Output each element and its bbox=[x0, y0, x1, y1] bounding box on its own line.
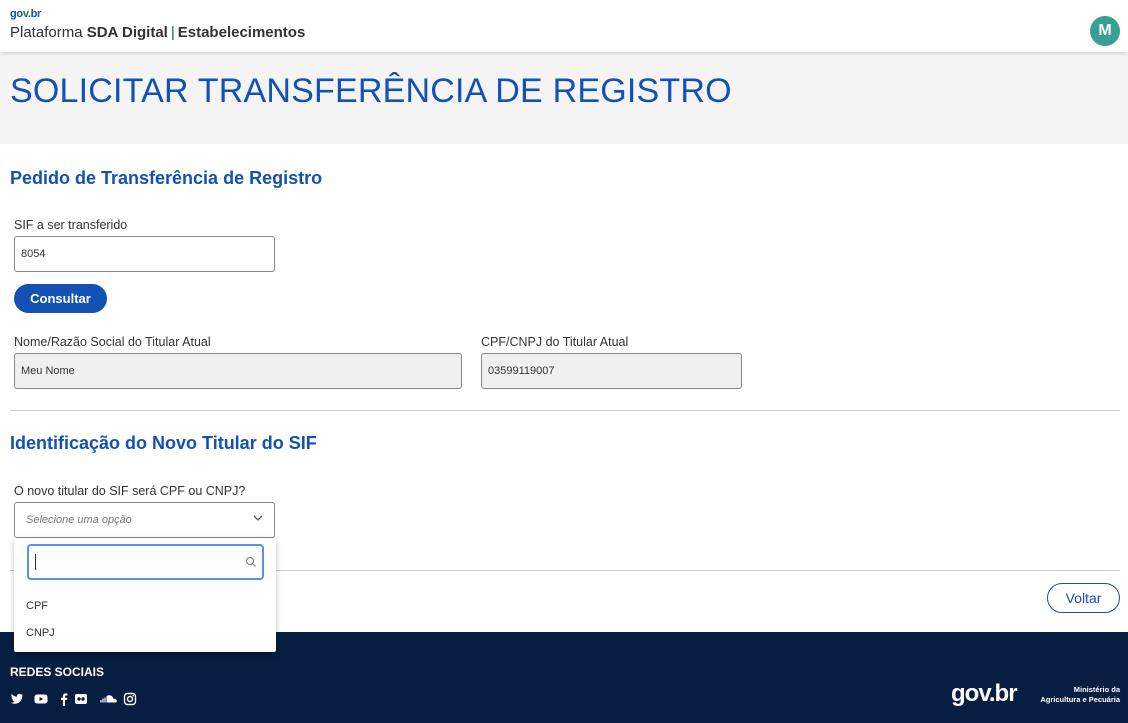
select-placeholder: Selecione uma opção bbox=[26, 514, 132, 526]
section-title-request: Pedido de Transferência de Registro bbox=[10, 168, 323, 188]
current-holder-doc-field[interactable]: 03599119007 bbox=[481, 353, 742, 389]
consult-button[interactable]: Consultar bbox=[14, 284, 107, 313]
top-header: gov.br Plataforma SDA Digital | Estabeleci… bbox=[0, 0, 1128, 52]
dropdown-option-cpf[interactable]: CPF bbox=[26, 600, 48, 612]
holder-type-label: O novo titular do SIF será CPF ou CNPJ? bbox=[14, 484, 246, 498]
logo-part-go: go bbox=[10, 8, 23, 20]
user-avatar[interactable]: M bbox=[1090, 16, 1120, 46]
govbr-logo[interactable]: gov.br bbox=[10, 8, 41, 20]
ministry-line-2: Agricultura e Pecuária bbox=[1040, 695, 1120, 704]
twitter-icon[interactable] bbox=[10, 692, 24, 706]
instagram-icon[interactable] bbox=[123, 692, 137, 706]
holder-type-select[interactable]: Selecione uma opção bbox=[14, 502, 275, 538]
ministry-line-1: Ministério da bbox=[1073, 685, 1120, 694]
gov-br-logo[interactable]: gov.br bbox=[951, 680, 1018, 708]
logo-part-br: .br bbox=[27, 8, 42, 20]
current-holder-doc-label: CPF/CNPJ do Titular Atual bbox=[481, 335, 629, 349]
section-divider bbox=[10, 410, 1120, 411]
page-banner: SOLICITAR TRANSFERÊNCIA DE REGISTRO bbox=[0, 52, 1128, 144]
title-separator: | bbox=[170, 24, 175, 41]
social-title: REDES SOCIAIS bbox=[10, 665, 105, 679]
text-caret bbox=[35, 554, 36, 570]
page-title: SOLICITAR TRANSFERÊNCIA DE REGISTRO bbox=[10, 72, 732, 110]
back-button[interactable]: Voltar bbox=[1047, 583, 1120, 613]
current-holder-name-label: Nome/Razão Social do Titular Atual bbox=[14, 335, 211, 349]
dropdown-option-cnpj[interactable]: CNPJ bbox=[26, 627, 55, 639]
sif-input[interactable]: 8054 bbox=[14, 236, 275, 272]
facebook-icon[interactable] bbox=[57, 692, 71, 706]
youtube-icon[interactable] bbox=[34, 692, 48, 706]
platform-title: Plataforma SDA Digital | Estabelecimentos bbox=[10, 24, 305, 41]
holder-type-dropdown: CPF CNPJ bbox=[14, 538, 276, 652]
platform-module: Estabelecimentos bbox=[177, 24, 306, 41]
dropdown-search-input[interactable] bbox=[27, 544, 264, 580]
platform-prefix: Plataforma bbox=[10, 24, 83, 41]
section-title-new-holder: Identificação do Novo Titular do SIF bbox=[10, 433, 317, 453]
chevron-down-icon bbox=[253, 515, 263, 521]
platform-name: SDA Digital bbox=[86, 24, 168, 41]
flickr-icon[interactable] bbox=[74, 692, 88, 706]
current-holder-name-field[interactable]: Meu Nome bbox=[14, 353, 462, 389]
search-icon bbox=[245, 556, 256, 567]
ministry-signature: Ministério da Agricultura e Pecuária bbox=[1030, 685, 1120, 705]
soundcloud-icon[interactable] bbox=[100, 692, 118, 706]
sif-label: SIF a ser transferido bbox=[14, 218, 128, 232]
